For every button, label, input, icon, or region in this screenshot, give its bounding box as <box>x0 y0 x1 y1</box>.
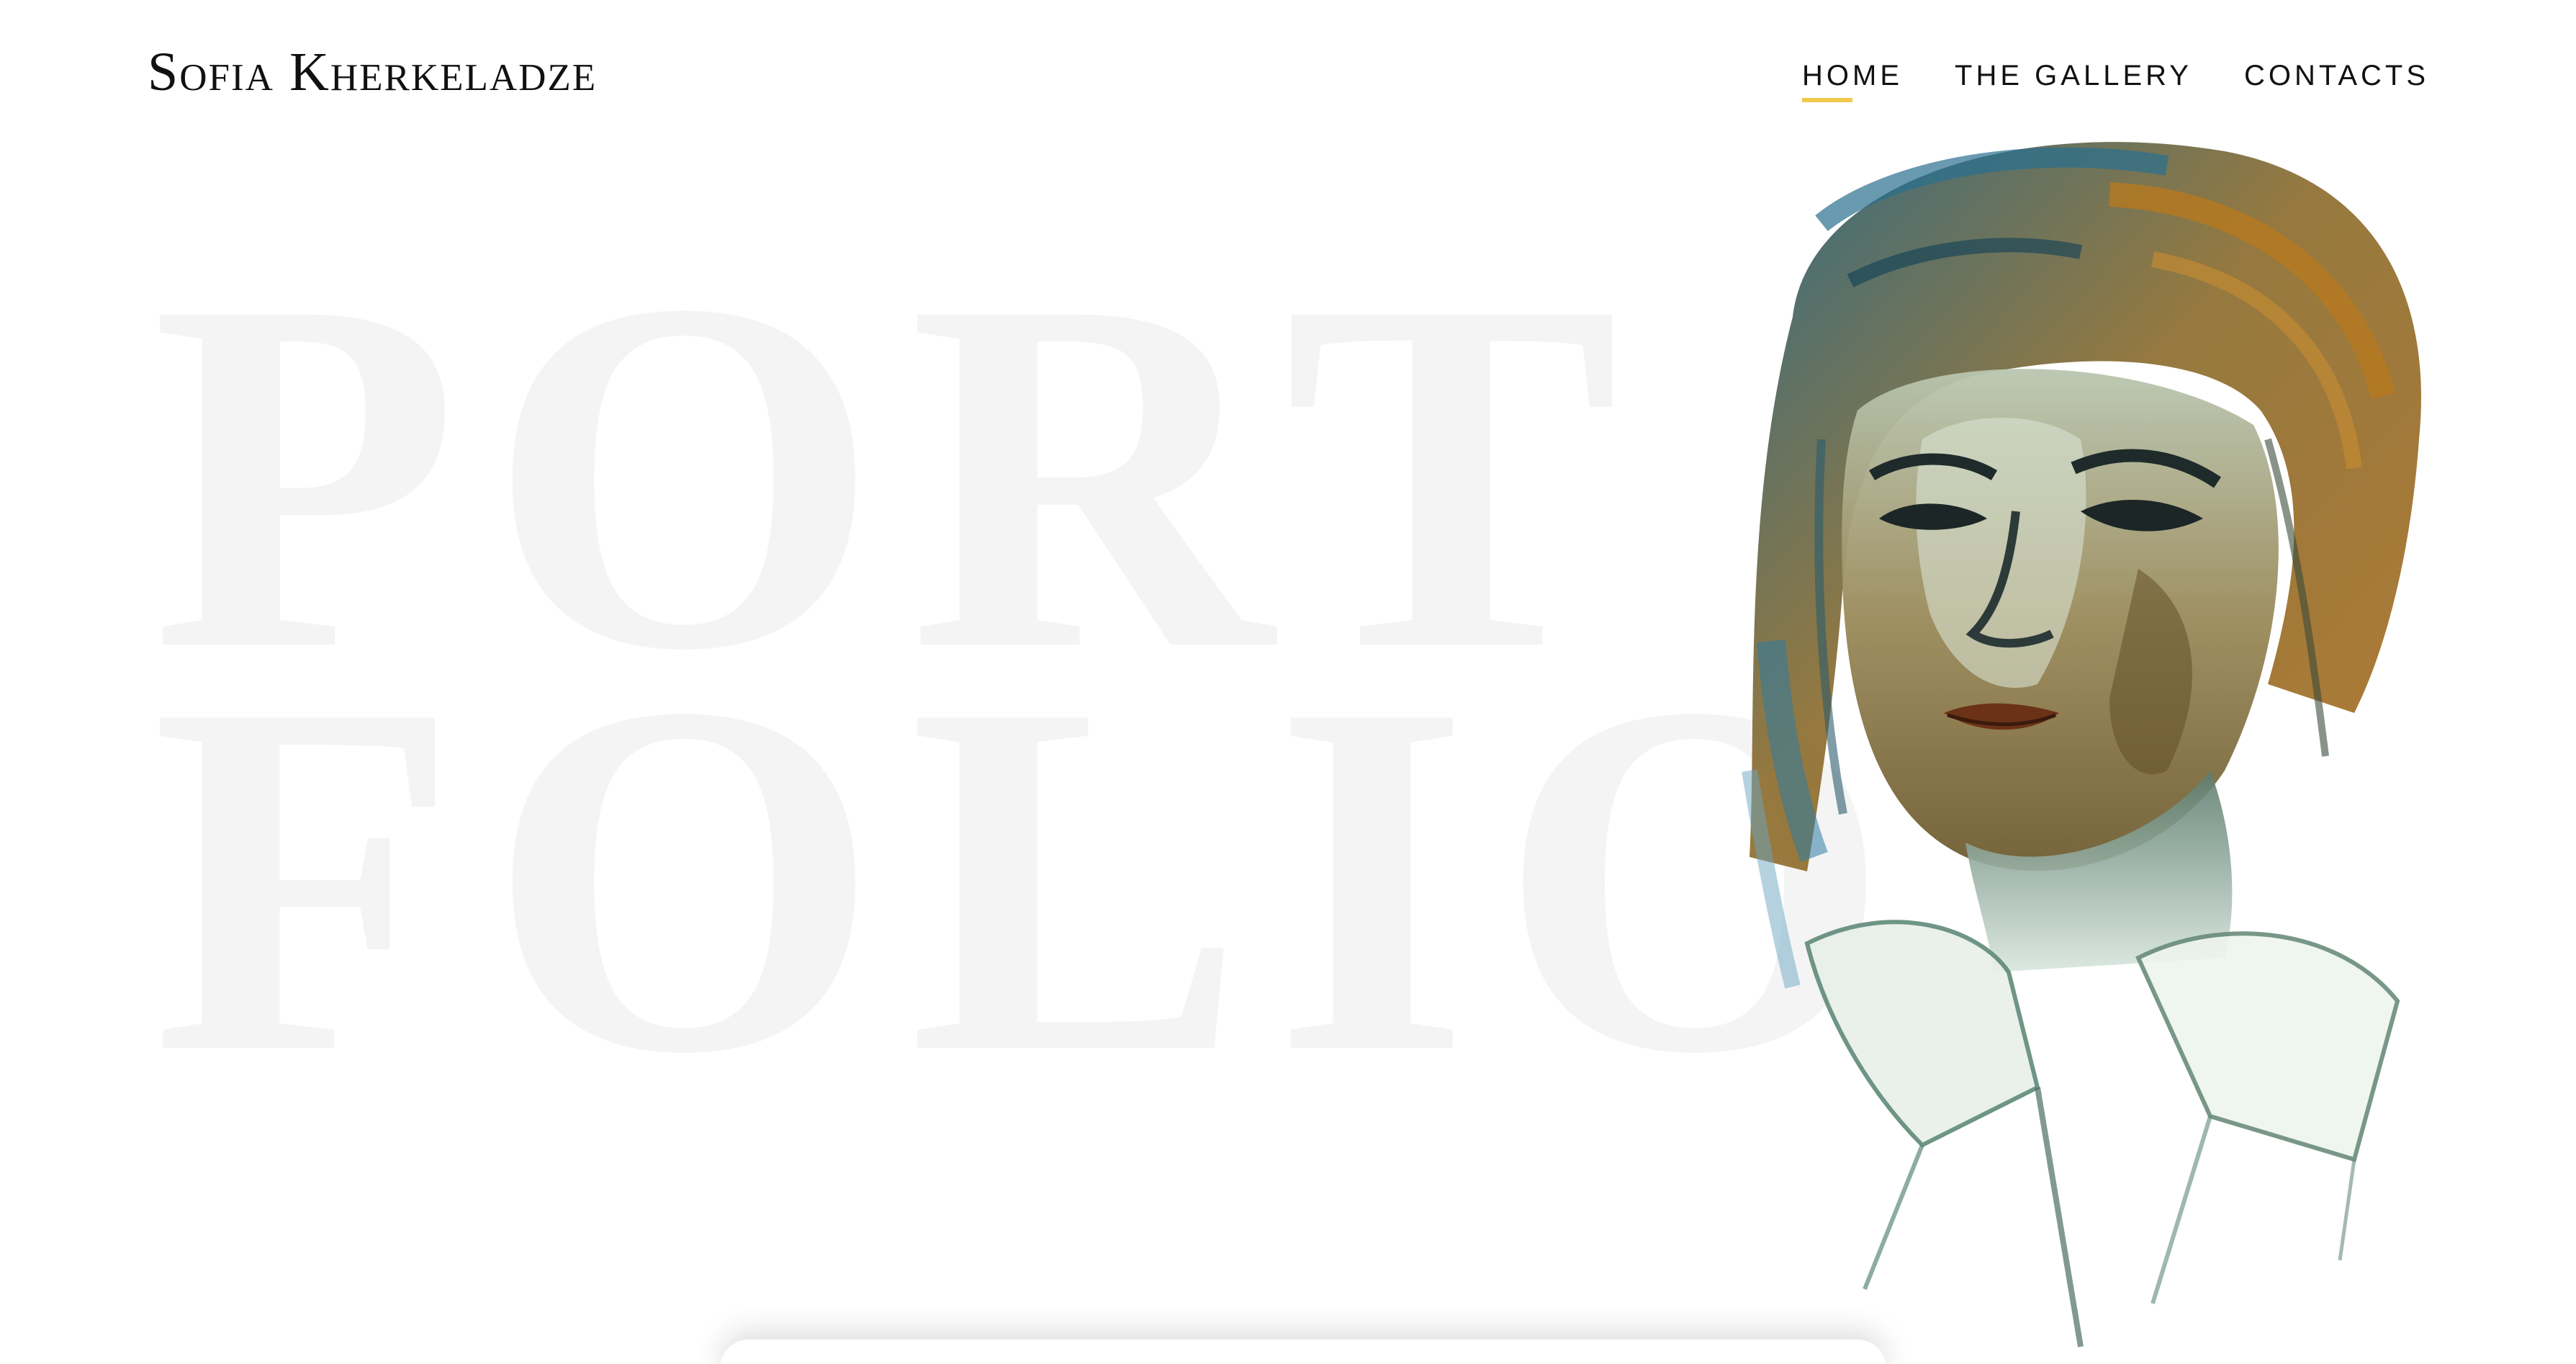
nav-the-gallery[interactable]: THE GALLERY <box>1955 50 2192 101</box>
portrait-painting-icon <box>1742 142 2421 1347</box>
hero-background-word-line2: FOLIO <box>151 599 1919 1157</box>
nav-gallery-label: THE GALLERY <box>1955 60 2192 91</box>
main-nav: HOME THE GALLERY CONTACTS <box>1802 50 2429 102</box>
nav-contacts-label: CONTACTS <box>2243 60 2429 91</box>
site-logo[interactable]: Sofia Kherkeladze <box>148 37 597 107</box>
bottom-card-edge <box>720 1340 1886 1364</box>
hero-background-word: PORT FOLIO <box>151 223 1919 1157</box>
nav-home[interactable]: HOME <box>1802 50 1904 102</box>
nav-contacts[interactable]: CONTACTS <box>2244 50 2429 101</box>
page: Sofia Kherkeladze HOME THE GALLERY CONTA… <box>0 0 2576 1364</box>
nav-home-label: HOME <box>1802 60 1904 91</box>
nav-active-underline <box>1802 98 1853 102</box>
